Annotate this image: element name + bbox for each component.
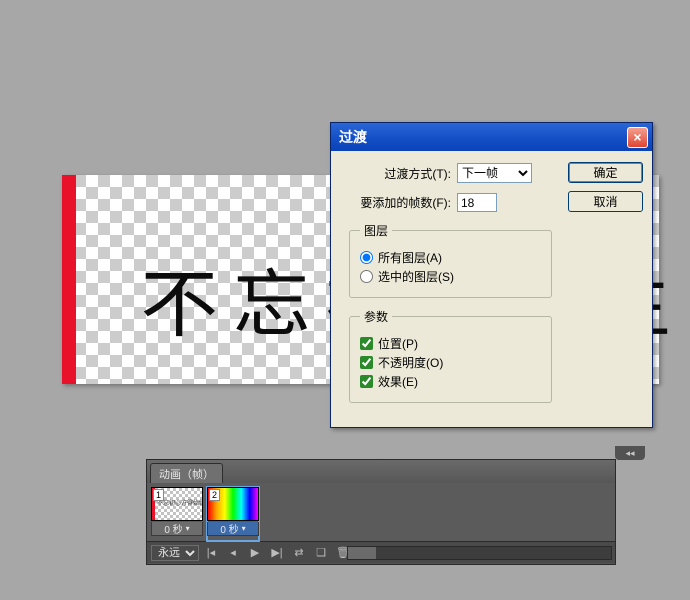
first-frame-button[interactable]: |◂ (201, 545, 221, 561)
animation-scrollbar[interactable] (347, 546, 612, 560)
param-opacity-label: 不透明度(O) (378, 354, 443, 371)
frame-1-delay[interactable]: 0 秒▾ (151, 522, 203, 536)
animation-panel: 动画（帧） 不忘初心方得始终 1 0 秒▾ 2 0 秒▾ 永远 (146, 459, 616, 565)
play-button[interactable]: ▶ (245, 545, 265, 561)
dialog-title: 过渡 (339, 127, 367, 147)
param-position-checkbox[interactable] (360, 337, 373, 350)
dialog-titlebar[interactable]: 过渡 × (331, 123, 652, 151)
layers-legend: 图层 (360, 222, 392, 239)
params-group: 参数 位置(P) 不透明度(O) 效果(E) (349, 308, 552, 403)
animation-scrollbar-thumb[interactable] (348, 547, 376, 559)
new-frame-button[interactable]: ❏ (311, 545, 331, 561)
cancel-button[interactable]: 取消 (568, 191, 643, 212)
params-legend: 参数 (360, 308, 392, 325)
panel-flyout-button[interactable]: ◂◂ (615, 446, 645, 460)
transition-dialog: 过渡 × 确定 取消 过渡方式(T): 下一帧 要添加的帧数(F): 图层 所有… (330, 122, 653, 428)
canvas-red-strip (62, 175, 76, 384)
frame-2-thumb[interactable]: 2 (207, 487, 259, 521)
frame-1-thumb[interactable]: 不忘初心方得始终 1 (151, 487, 203, 521)
prev-frame-button[interactable]: ◂ (223, 545, 243, 561)
param-opacity-row[interactable]: 不透明度(O) (360, 354, 541, 371)
layers-all-radio-row[interactable]: 所有图层(A) (360, 249, 541, 266)
close-icon: × (633, 129, 641, 145)
param-position-row[interactable]: 位置(P) (360, 335, 541, 352)
tab-animation-frames[interactable]: 动画（帧） (150, 463, 223, 483)
frame-count-label: 要添加的帧数(F): (341, 194, 451, 211)
animation-footer: 永远 |◂ ◂ ▶ ▶| ⇄ ❏ 🗑 (147, 541, 615, 563)
next-frame-button[interactable]: ▶| (267, 545, 287, 561)
frame-2-delay[interactable]: 0 秒▾ (207, 522, 259, 536)
layers-selected-radio[interactable] (360, 270, 373, 283)
dialog-close-button[interactable]: × (627, 127, 648, 148)
frame-2-number: 2 (209, 489, 220, 501)
chevron-down-icon: ▾ (242, 524, 246, 533)
frame-strip: 不忘初心方得始终 1 0 秒▾ 2 0 秒▾ (147, 483, 615, 541)
frame-1-number: 1 (153, 489, 164, 501)
dialog-body: 确定 取消 过渡方式(T): 下一帧 要添加的帧数(F): 图层 所有图层(A)… (331, 151, 652, 427)
layers-group: 图层 所有图层(A) 选中的图层(S) (349, 222, 552, 298)
frame-2[interactable]: 2 0 秒▾ (207, 487, 259, 541)
layers-all-label: 所有图层(A) (378, 249, 442, 266)
layers-selected-label: 选中的图层(S) (378, 268, 454, 285)
param-effects-row[interactable]: 效果(E) (360, 373, 541, 390)
transition-method-label: 过渡方式(T): (341, 165, 451, 182)
param-opacity-checkbox[interactable] (360, 356, 373, 369)
loop-select[interactable]: 永远 (151, 545, 199, 561)
param-position-label: 位置(P) (378, 335, 418, 352)
frame-count-input[interactable] (457, 193, 497, 212)
param-effects-checkbox[interactable] (360, 375, 373, 388)
ok-button[interactable]: 确定 (568, 162, 643, 183)
animation-tabs: 动画（帧） (147, 460, 615, 483)
layers-all-radio[interactable] (360, 251, 373, 264)
tween-button[interactable]: ⇄ (289, 545, 309, 561)
chevron-down-icon: ▾ (186, 524, 190, 533)
frame-1[interactable]: 不忘初心方得始终 1 0 秒▾ (151, 487, 203, 541)
param-effects-label: 效果(E) (378, 373, 418, 390)
layers-selected-radio-row[interactable]: 选中的图层(S) (360, 268, 541, 285)
transition-method-select[interactable]: 下一帧 (457, 163, 532, 183)
